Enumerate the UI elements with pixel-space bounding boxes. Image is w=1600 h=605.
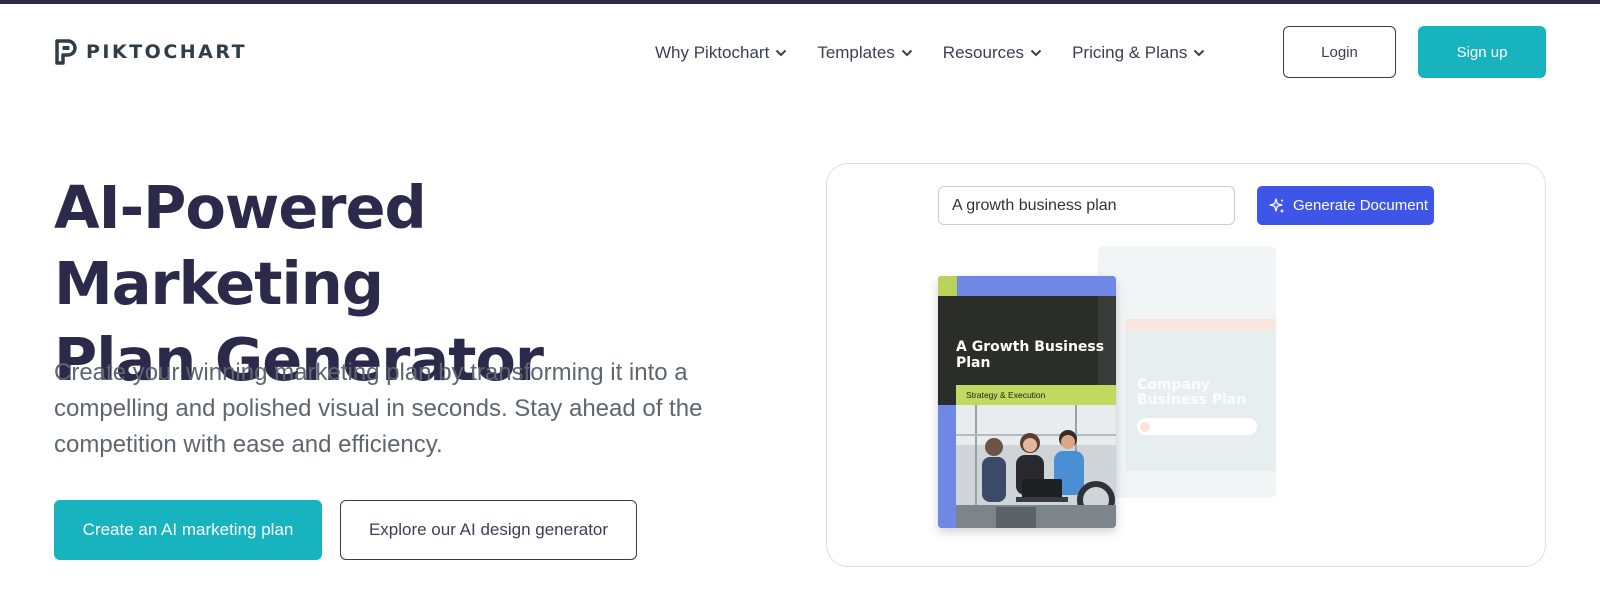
generator-demo-panel: A growth business plan Generate Document… <box>826 163 1546 567</box>
cover-lime-block <box>938 276 957 296</box>
explore-ai-design-generator-button[interactable]: Explore our AI design generator <box>340 500 637 560</box>
sparkle-icon <box>1269 197 1285 213</box>
cover-left-blue-strip <box>938 405 956 528</box>
team-photo <box>956 405 1116 528</box>
chevron-down-icon <box>901 49 913 57</box>
nav-item-templates[interactable]: Templates <box>817 41 913 65</box>
brand-name: PIKTOCHART <box>86 41 248 63</box>
ghost-pill <box>1137 418 1257 435</box>
document-preview: A Growth Business Plan Strategy & Execut… <box>938 276 1116 528</box>
page-title-line-1: AI-Powered Marketing <box>54 173 427 318</box>
prompt-input-value: A growth business plan <box>952 196 1117 214</box>
nav-item-why-piktochart[interactable]: Why Piktochart <box>655 41 787 65</box>
chevron-down-icon <box>776 49 787 57</box>
chevron-down-icon <box>1030 49 1042 57</box>
hero-description: Create your winning marketing plan by tr… <box>54 359 703 458</box>
nav-item-label: Resources <box>942 43 1025 62</box>
ghost-document-preview: Company Business Plan <box>1098 246 1276 498</box>
document-title: A Growth Business Plan <box>956 339 1105 371</box>
cover-blue-band <box>957 276 1116 296</box>
signup-button[interactable]: Sign up <box>1418 26 1546 78</box>
ghost-stripe <box>1125 319 1276 331</box>
team-photo-illustration <box>956 405 1116 528</box>
piktochart-logo[interactable]: PIKTOCHART <box>54 39 247 65</box>
generate-document-button[interactable]: Generate Document <box>1257 186 1434 225</box>
ghost-pill-dot <box>1140 422 1150 432</box>
create-ai-marketing-plan-button[interactable]: Create an AI marketing plan <box>54 500 322 560</box>
nav-item-label: Templates <box>817 43 895 62</box>
piktochart-logo-icon <box>55 39 77 65</box>
top-accent-bar <box>0 0 1600 4</box>
generate-document-label: Generate Document <box>1293 197 1429 214</box>
document-subtitle: Strategy & Execution <box>956 385 1116 405</box>
login-button[interactable]: Login <box>1283 26 1396 78</box>
nav-item-label: Pricing & Plans <box>1072 43 1188 62</box>
nav-item-resources[interactable]: Resources <box>943 41 1042 65</box>
ghost-document-title: Company Business Plan <box>1137 377 1247 408</box>
nav-item-label: Why Piktochart <box>655 43 770 62</box>
chevron-down-icon <box>1194 49 1205 57</box>
prompt-input[interactable]: A growth business plan <box>938 186 1235 225</box>
nav-item-pricing-plans[interactable]: Pricing & Plans <box>1072 41 1205 65</box>
main-nav: Why Piktochart Templates Resources Prici… <box>655 41 1205 65</box>
